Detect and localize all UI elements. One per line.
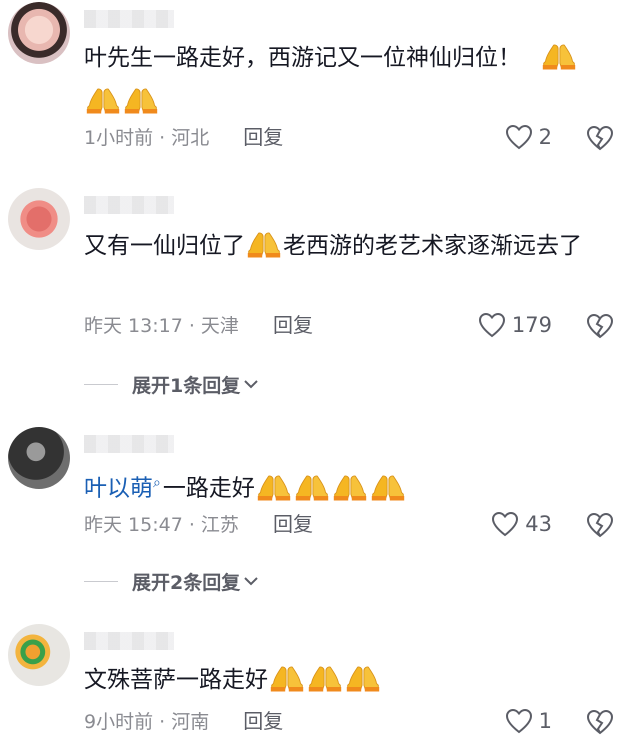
- avatar[interactable]: [8, 2, 70, 64]
- time-location: 昨天 13:17 · 天津: [84, 315, 239, 337]
- broken-heart-icon[interactable]: [586, 124, 614, 152]
- username-blurred[interactable]: [84, 196, 174, 214]
- chevron-down-icon: [244, 380, 258, 389]
- comment-item: 叶以萌⌕一路走好 昨天 15:47 · 江苏 回复 43 展开2条回复: [0, 425, 624, 605]
- like-button[interactable]: 179: [478, 310, 552, 340]
- like-count: 2: [538, 125, 552, 149]
- like-count: 179: [511, 313, 552, 337]
- broken-heart-icon[interactable]: [586, 708, 614, 736]
- reply-button[interactable]: 回复: [243, 709, 283, 733]
- reply-button[interactable]: 回复: [243, 125, 283, 149]
- comment-meta: 昨天 15:47 · 江苏 回复: [84, 511, 313, 537]
- username-blurred[interactable]: [84, 632, 174, 650]
- like-count: 1: [538, 709, 552, 733]
- folded-hands-emoji: [269, 663, 305, 693]
- folded-hands-emoji: [246, 229, 282, 259]
- folded-hands-emoji: [256, 472, 292, 502]
- comment-text: 文殊菩萨一路走好: [84, 658, 614, 702]
- search-icon: ⌕: [153, 475, 161, 491]
- heart-outline-icon: [505, 708, 533, 734]
- comment-text: 叶以萌⌕一路走好: [84, 461, 614, 511]
- broken-heart-icon[interactable]: [586, 511, 614, 539]
- mention-link[interactable]: 叶以萌: [84, 476, 153, 502]
- comment-meta: 1小时前 · 河北 回复: [84, 124, 283, 150]
- folded-hands-emoji: [345, 663, 381, 693]
- reply-button[interactable]: 回复: [273, 512, 313, 536]
- comment-item: 叶先生一路走好，西游记又一位神仙归位！ 1小时前 · 河北 回复 2: [0, 0, 624, 170]
- folded-hands-emoji: [294, 472, 330, 502]
- heart-outline-icon: [491, 511, 519, 537]
- time-location: 9小时前 · 河南: [84, 711, 210, 733]
- expand-replies-label: 展开1条回复: [132, 374, 241, 397]
- avatar[interactable]: [8, 427, 70, 489]
- comment-meta: 昨天 13:17 · 天津 回复: [84, 312, 313, 338]
- divider: [84, 383, 118, 385]
- reply-button[interactable]: 回复: [273, 313, 313, 337]
- expand-replies-button[interactable]: 展开1条回复: [84, 370, 260, 398]
- like-button[interactable]: 2: [505, 122, 552, 152]
- folded-hands-emoji: [123, 85, 159, 115]
- folded-hands-emoji: [541, 41, 577, 71]
- avatar[interactable]: [8, 188, 70, 250]
- expand-replies-button[interactable]: 展开2条回复: [84, 567, 260, 595]
- time-location: 昨天 15:47 · 江苏: [84, 514, 239, 536]
- like-button[interactable]: 43: [491, 509, 552, 539]
- username-blurred[interactable]: [84, 435, 174, 453]
- folded-hands-emoji: [85, 85, 121, 115]
- chevron-down-icon: [244, 577, 258, 586]
- comment-item: 又有一仙归位了 老西游的老艺术家逐渐远去了 昨天 13:17 · 天津 回复 17…: [0, 180, 624, 410]
- heart-outline-icon: [478, 312, 506, 338]
- avatar[interactable]: [8, 624, 70, 686]
- folded-hands-emoji: [307, 663, 343, 693]
- comment-meta: 9小时前 · 河南 回复: [84, 708, 283, 734]
- like-button[interactable]: 1: [505, 706, 552, 736]
- folded-hands-emoji: [332, 472, 368, 502]
- broken-heart-icon[interactable]: [586, 312, 614, 340]
- divider: [84, 580, 118, 582]
- folded-hands-emoji: [370, 472, 406, 502]
- comment-text: 又有一仙归位了 老西游的老艺术家逐渐远去了: [84, 224, 614, 268]
- username-blurred[interactable]: [84, 10, 174, 28]
- comment-item: 文殊菩萨一路走好 9小时前 · 河南 回复 1: [0, 622, 624, 744]
- time-location: 1小时前 · 河北: [84, 127, 210, 149]
- expand-replies-label: 展开2条回复: [132, 571, 241, 594]
- like-count: 43: [525, 512, 552, 536]
- heart-outline-icon: [505, 124, 533, 150]
- comment-text: 叶先生一路走好，西游记又一位神仙归位！: [84, 36, 614, 124]
